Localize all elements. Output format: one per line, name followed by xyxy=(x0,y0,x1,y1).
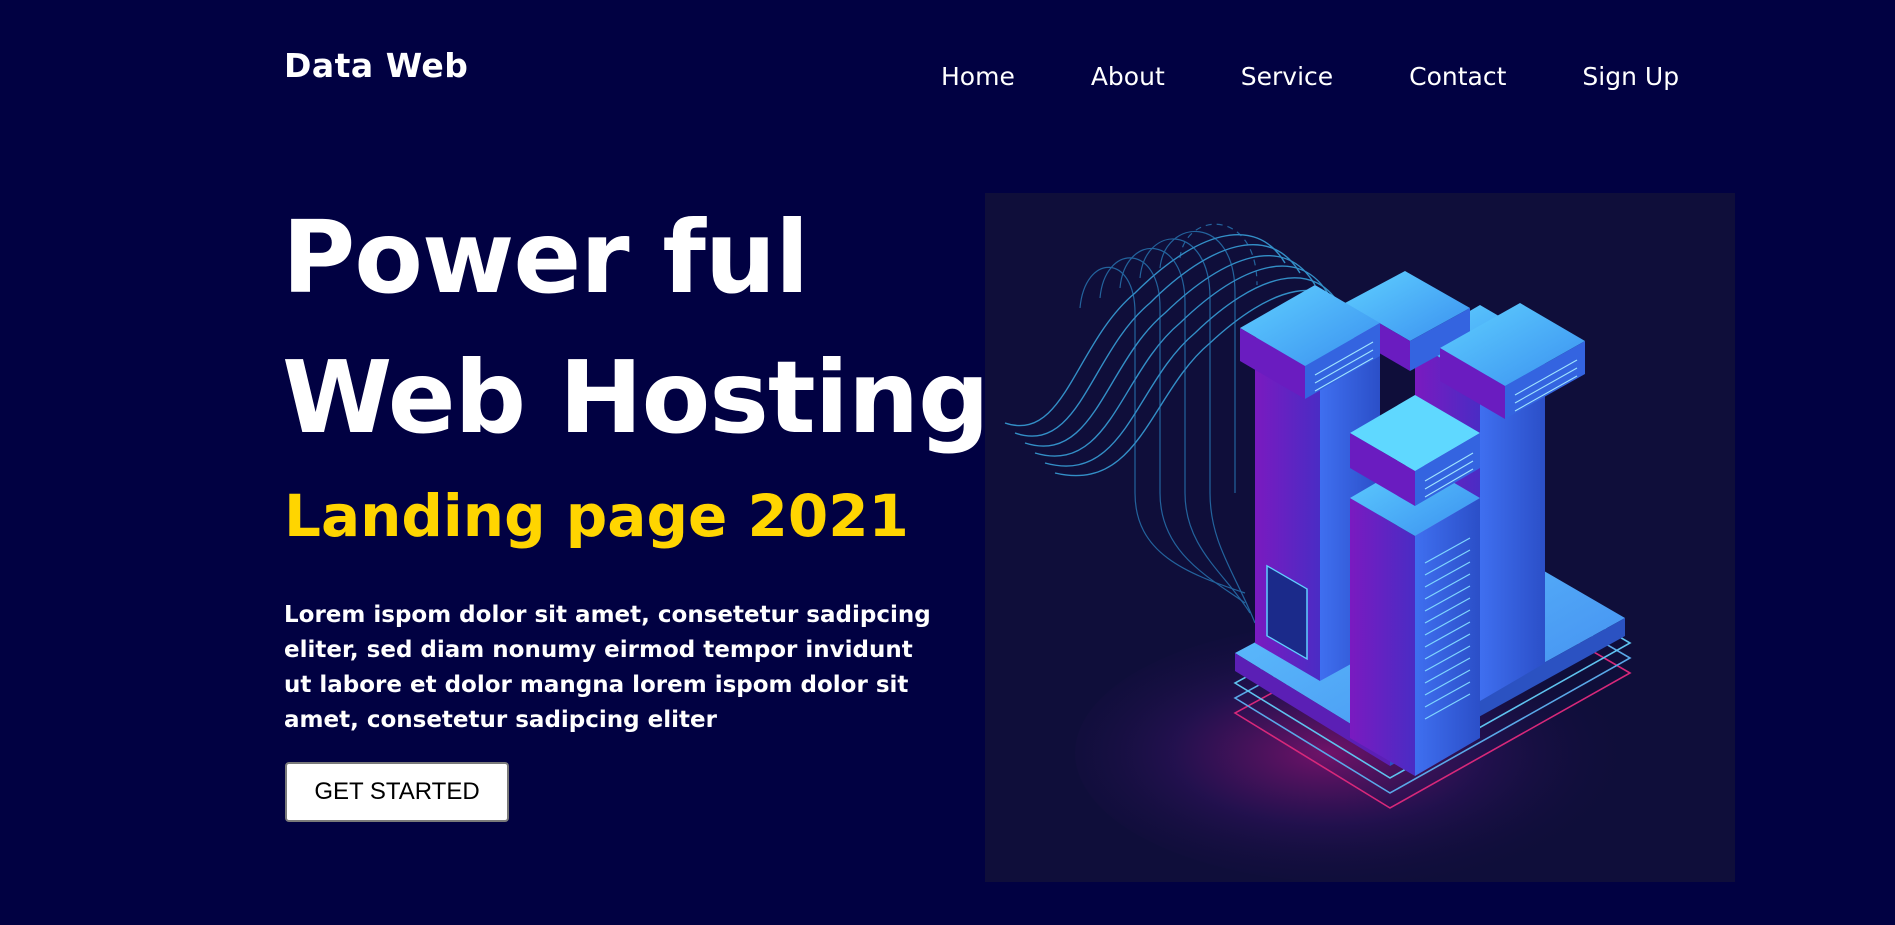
nav-contact[interactable]: Contact xyxy=(1409,62,1506,91)
main-nav: Home About Service Contact Sign Up xyxy=(941,62,1679,91)
hero-title: Power ful Web Hosting xyxy=(282,188,990,468)
logo[interactable]: Data Web xyxy=(284,46,468,85)
get-started-button[interactable]: GET STARTED xyxy=(285,762,509,822)
server-racks-icon xyxy=(1004,223,1635,882)
hero-description: Lorem ispom dolor sit amet, consetetur s… xyxy=(284,602,931,733)
hero-title-line-1: Power ful xyxy=(282,199,809,316)
nav-service[interactable]: Service xyxy=(1241,62,1333,91)
nav-sign-up[interactable]: Sign Up xyxy=(1582,62,1679,91)
hero-title-line-2: Web Hosting xyxy=(282,339,990,456)
landing-page: Data Web Home About Service Contact Sign… xyxy=(0,0,1895,925)
nav-home[interactable]: Home xyxy=(941,62,1015,91)
nav-about[interactable]: About xyxy=(1091,62,1165,91)
hero-subtitle: Landing page 2021 xyxy=(284,482,909,550)
server-racks-illustration xyxy=(985,193,1735,882)
